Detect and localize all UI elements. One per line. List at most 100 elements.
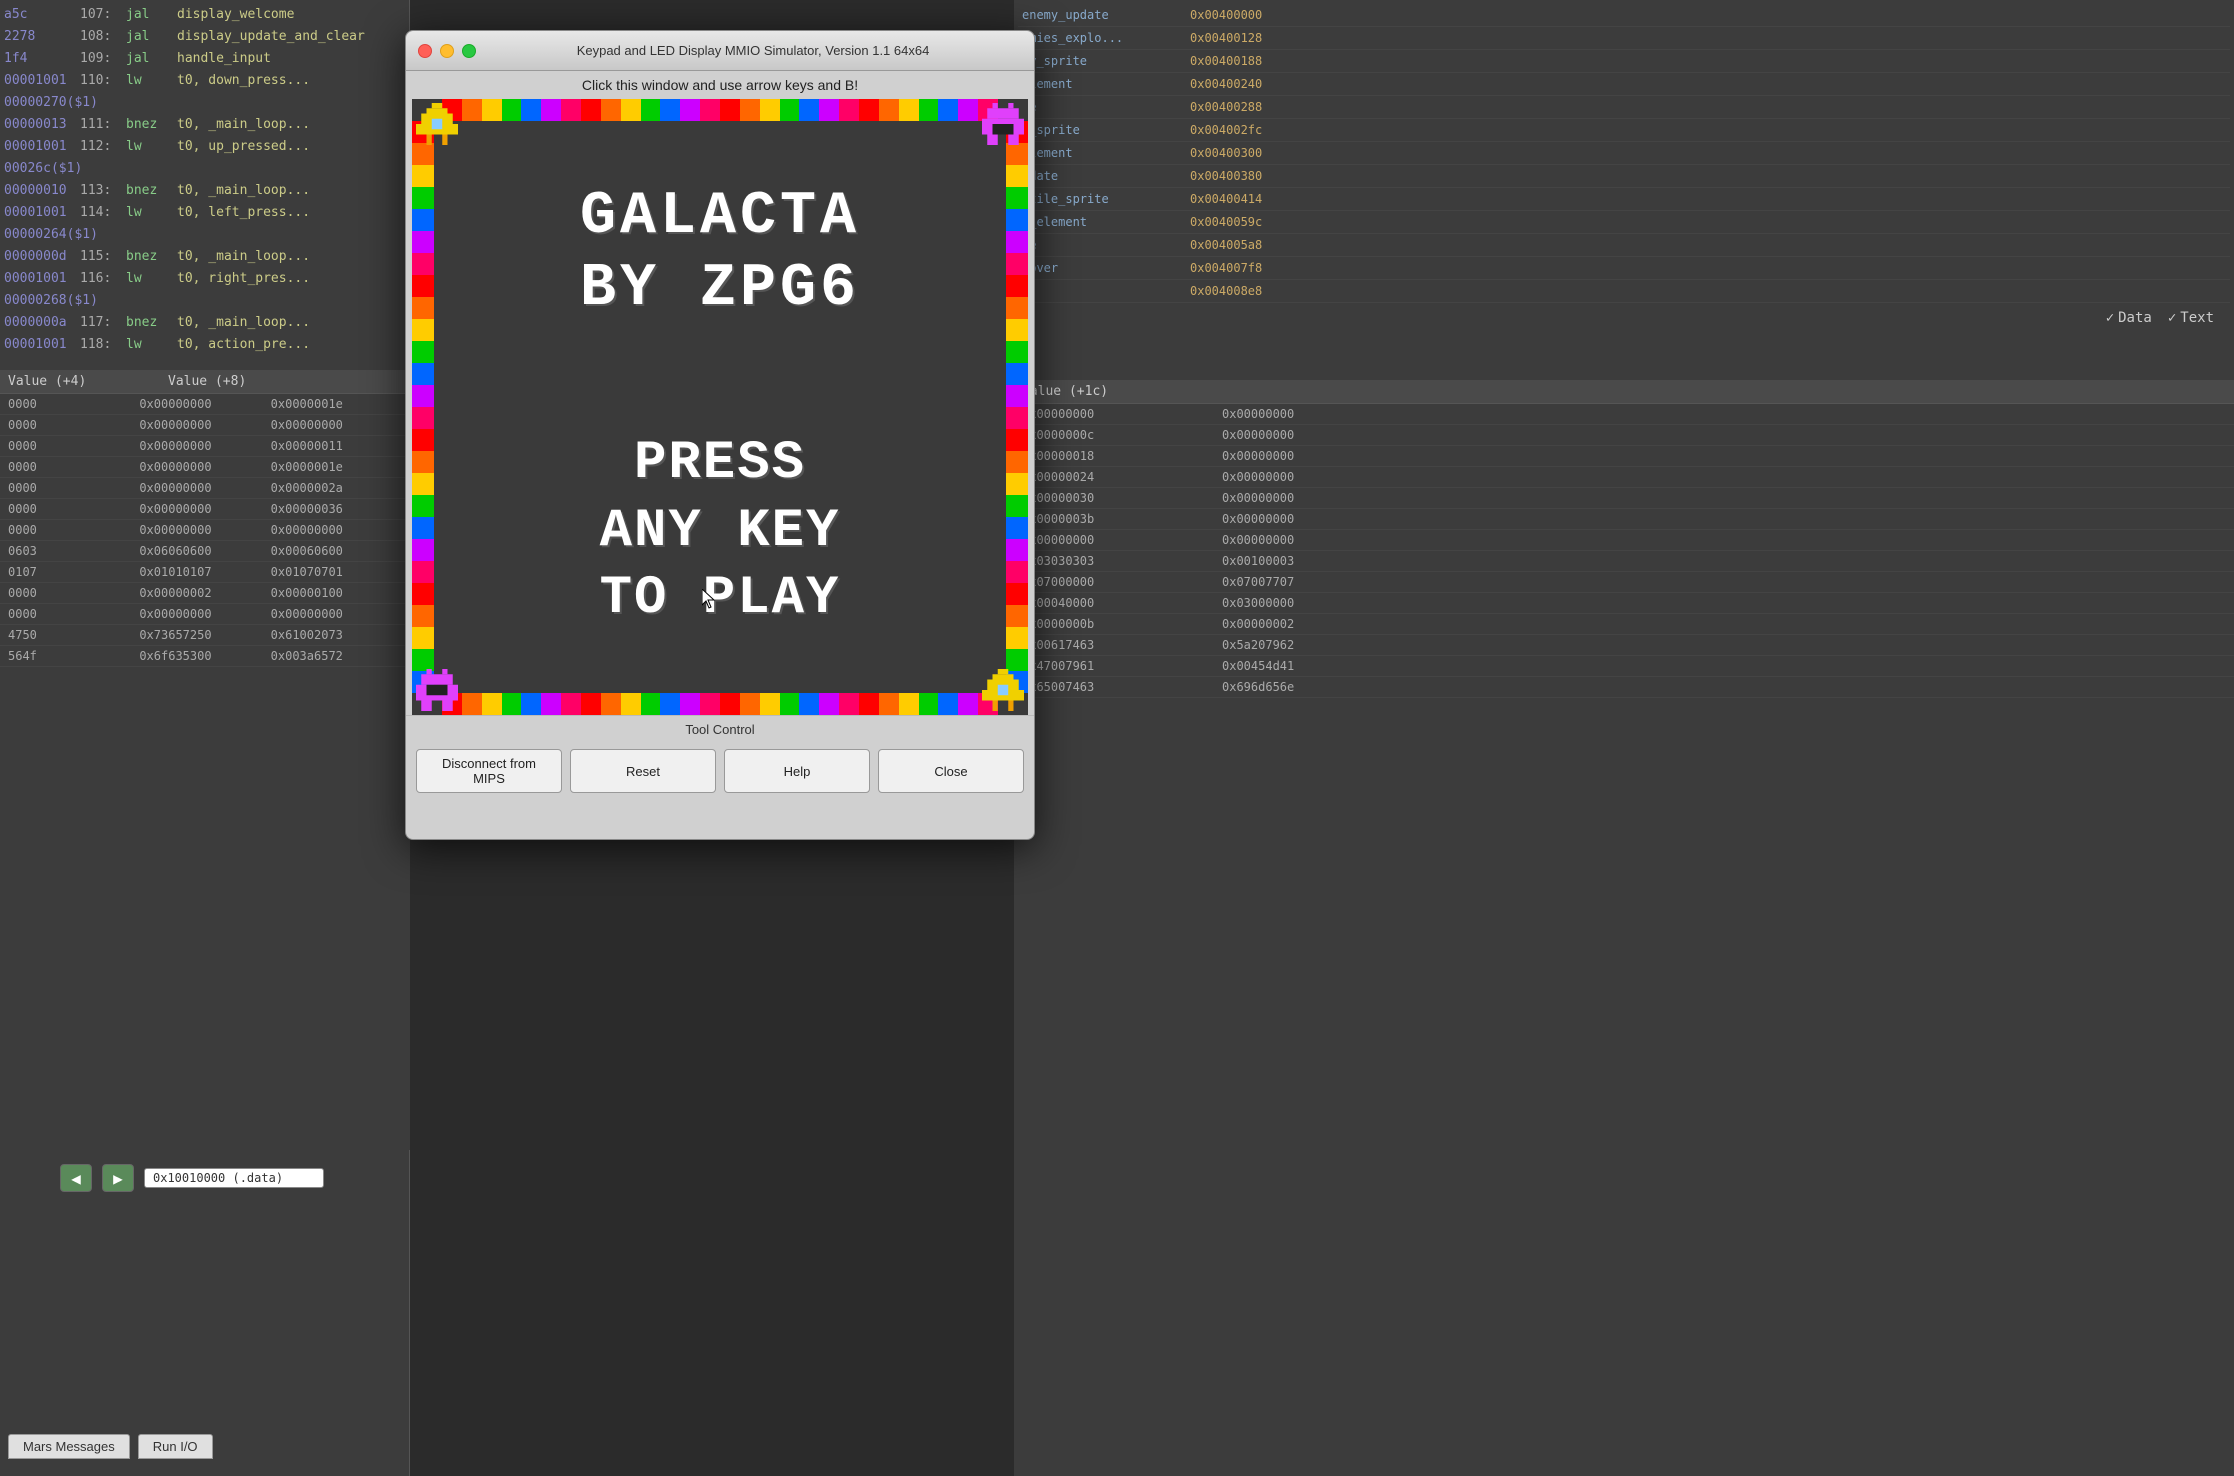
value-cell: 0x00000036 [271, 499, 402, 519]
right-symbol-row: element 0x00400240 [1018, 73, 2230, 96]
value-row: 00000x000000000x0000001e [0, 394, 410, 415]
value-cell: 0x0000001e [271, 457, 402, 477]
symbol-name: element [1022, 73, 1182, 95]
asm-addr: 00001001 [4, 268, 74, 290]
game-prompt-line2: ANY KEY [600, 498, 841, 566]
asm-num: 111: [80, 114, 120, 136]
run-io-tab[interactable]: Run I/O [138, 1434, 213, 1459]
rainbow-cell [1006, 583, 1028, 605]
rainbow-cell [740, 693, 760, 715]
rainbow-cell [700, 99, 720, 121]
asm-args: t0, _main_loop... [177, 180, 406, 202]
help-button[interactable]: Help [724, 749, 870, 793]
data-checkbox-item[interactable]: ✓ Data [2106, 310, 2152, 326]
asm-addr: 00000268($1) [4, 290, 74, 312]
rainbow-cell [859, 99, 879, 121]
nav-back-button[interactable]: ◀ [60, 1164, 92, 1192]
right-symbol-table: enemy_update 0x00400000 nmies_explo... 0… [1018, 4, 2230, 303]
tool-control-label: Tool Control [406, 715, 1034, 743]
rainbow-cell [720, 99, 740, 121]
address-dropdown[interactable]: 0x10010000 (.data) [144, 1168, 324, 1188]
asm-num: 115: [80, 246, 120, 268]
rainbow-cell [1006, 143, 1028, 165]
rainbow-cell [879, 693, 899, 715]
symbol-addr: 0x004007f8 [1190, 257, 1310, 279]
assembly-table: a5c 107: jal display_welcome 2278 108: j… [0, 0, 410, 360]
asm-op: lw [126, 268, 171, 290]
asm-addr: 00001001 [4, 202, 74, 224]
mars-messages-tab[interactable]: Mars Messages [8, 1434, 130, 1459]
value-cell: 0x00000002 [139, 583, 270, 603]
right-value-header: Value (+1c) [1014, 380, 2234, 404]
game-canvas[interactable]: GALACTA BY ZPG6 PRESS ANY KEY TO PLAY [412, 99, 1028, 715]
rainbow-cell [412, 187, 434, 209]
value-row: 00000x000000000x00000011 [0, 436, 410, 457]
nav-forward-button[interactable]: ▶ [102, 1164, 134, 1192]
asm-num: 108: [80, 26, 120, 48]
text-checkbox-item[interactable]: ✓ Text [2168, 310, 2214, 326]
rainbow-cell [601, 693, 621, 715]
nav-controls: ◀ ▶ 0x10010000 (.data) [60, 1164, 324, 1192]
rainbow-cell [521, 693, 541, 715]
game-title-line2: BY ZPG6 [580, 253, 860, 325]
asm-num [80, 290, 120, 312]
checkmark-text: ✓ [2168, 310, 2176, 326]
maximize-traffic-light[interactable] [462, 44, 476, 58]
right-value-cell: 0x00100003 [1222, 551, 1422, 571]
asm-addr: a5c [4, 4, 74, 26]
rainbow-cell [412, 253, 434, 275]
rainbow-cell [899, 693, 919, 715]
rainbow-cell [561, 693, 581, 715]
asm-num: 114: [80, 202, 120, 224]
symbol-name: nmies_explo... [1022, 27, 1182, 49]
assembly-row: 00026c($1) [4, 158, 406, 180]
disconnect-button[interactable]: Disconnect from MIPS [416, 749, 562, 793]
right-value-cell: 0x07007707 [1222, 572, 1422, 592]
rainbow-cell [780, 99, 800, 121]
assembly-row: 0000000a 117: bnez t0, _main_loop... [4, 312, 406, 334]
rainbow-cell [680, 99, 700, 121]
right-value-cell: 0x00000018 [1022, 446, 1222, 466]
rainbow-cell [412, 583, 434, 605]
value-cell: 0x00000000 [139, 604, 270, 624]
symbol-name: h_sprite [1022, 119, 1182, 141]
rainbow-cell [561, 99, 581, 121]
rainbow-cell [1006, 605, 1028, 627]
value-cell: 0x00000000 [139, 394, 270, 414]
right-value-row: 0x030303030x00100003 [1014, 551, 2234, 572]
value-cell: 0x00000000 [139, 499, 270, 519]
asm-op: bnez [126, 246, 171, 268]
asm-op: jal [126, 48, 171, 70]
asm-num [80, 92, 120, 114]
value-cell: 0000 [8, 415, 139, 435]
rainbow-cell [1006, 429, 1028, 451]
rainbow-cell [660, 99, 680, 121]
asm-num: 112: [80, 136, 120, 158]
close-button[interactable]: Close [878, 749, 1024, 793]
minimize-traffic-light[interactable] [440, 44, 454, 58]
left-value-panel: Value (+4) Value (+8) 00000x000000000x00… [0, 370, 410, 1150]
value-row: 00000x000000000x00000000 [0, 520, 410, 541]
rainbow-cell [1006, 517, 1028, 539]
right-value-rows: 0x000000000x000000000x0000000c0x00000000… [1014, 404, 2234, 698]
assembly-row: 00000270($1) [4, 92, 406, 114]
assembly-row: 00001001 116: lw t0, right_pres... [4, 268, 406, 290]
window-title: Keypad and LED Display MMIO Simulator, V… [484, 43, 1022, 58]
symbol-addr: 0x0040059c [1190, 211, 1310, 233]
value-cell: 0x73657250 [139, 625, 270, 645]
rainbow-cell [412, 605, 434, 627]
game-title-line1: GALACTA [580, 181, 860, 253]
rainbow-border-left [412, 121, 434, 693]
right-value-row: 0x070000000x07007707 [1014, 572, 2234, 593]
rainbow-cell [919, 99, 939, 121]
tool-buttons: Disconnect from MIPS Reset Help Close [406, 743, 1034, 803]
close-traffic-light[interactable] [418, 44, 432, 58]
asm-op: lw [126, 136, 171, 158]
value-cell: 0107 [8, 562, 139, 582]
reset-button[interactable]: Reset [570, 749, 716, 793]
symbol-addr: 0x00400128 [1190, 27, 1310, 49]
asm-args: t0, _main_loop... [177, 246, 406, 268]
asm-op: bnez [126, 180, 171, 202]
rainbow-cell [412, 517, 434, 539]
value-cell: 0603 [8, 541, 139, 561]
